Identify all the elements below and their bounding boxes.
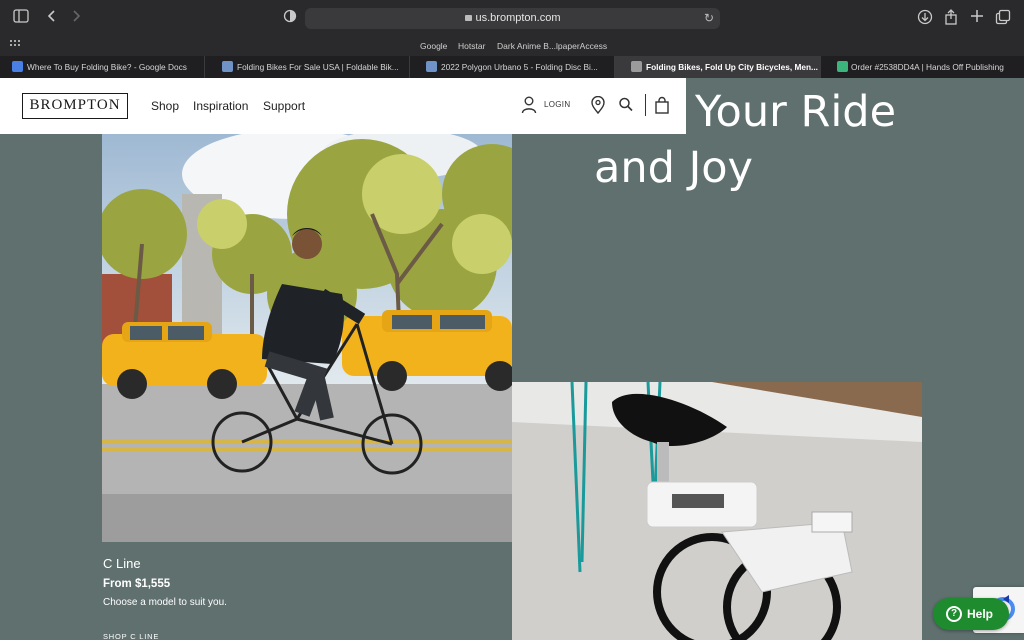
share-icon[interactable] <box>942 9 960 27</box>
site-header: BROMPTON Shop Inspiration Support LOGIN <box>0 78 686 134</box>
lock-icon <box>464 15 472 21</box>
reload-icon[interactable]: ↻ <box>704 8 714 29</box>
product-description: Choose a model to suit you. <box>103 597 227 608</box>
tab-strip: Where To Buy Folding Bike? - Google Docs… <box>0 56 1024 78</box>
tab-brompton[interactable]: Folding Bikes, Fold Up City Bicycles, Me… <box>615 56 821 78</box>
address-bar[interactable]: us.brompton.com ↻ <box>305 8 720 29</box>
tab-label: 2022 Polygon Urbano 5 - Folding Disc Bi.… <box>441 62 598 72</box>
new-tab-icon[interactable] <box>968 9 986 27</box>
product-name: C Line <box>103 556 141 571</box>
sidebar-toggle-icon[interactable] <box>12 9 30 27</box>
nav-inspiration[interactable]: Inspiration <box>193 99 248 113</box>
user-icon[interactable] <box>521 96 539 114</box>
help-question-icon: ? <box>946 606 962 622</box>
grid-icon[interactable] <box>10 40 22 52</box>
c-line-lifestyle-photo[interactable] <box>102 134 512 542</box>
favorites-bar: Google Hotstar Dark Anime B...lpaperAcce… <box>0 36 1024 56</box>
brompton-logo[interactable]: BROMPTON <box>22 93 128 119</box>
nav-support[interactable]: Support <box>263 99 305 113</box>
tab-order[interactable]: Order #2538DD4A | Hands Off Publishing <box>821 56 1024 78</box>
product-price: From $1,555 <box>103 578 171 590</box>
forward-icon[interactable] <box>67 9 85 27</box>
browser-toolbar: us.brompton.com ↻ <box>0 0 1024 36</box>
privacy-shield-icon[interactable] <box>281 9 299 27</box>
hero-title-line2: and Joy <box>594 143 754 193</box>
tab-label: Where To Buy Folding Bike? - Google Docs <box>27 62 187 72</box>
site-favicon-icon <box>222 61 233 72</box>
nav-shop[interactable]: Shop <box>151 99 179 113</box>
brompton-favicon-icon <box>631 61 642 72</box>
tab-label: Order #2538DD4A | Hands Off Publishing <box>851 62 1004 72</box>
tab-overview-icon[interactable] <box>994 9 1012 27</box>
shop-c-line-link[interactable]: SHOP C LINE <box>103 632 159 640</box>
login-link[interactable]: LOGIN <box>544 100 570 109</box>
help-button[interactable]: ? Help <box>933 598 1009 630</box>
order-favicon-icon <box>837 61 848 72</box>
favorite-wallpaper[interactable]: Dark Anime B...lpaperAccess <box>497 39 607 53</box>
tab-label: Folding Bikes, Fold Up City Bicycles, Me… <box>646 62 818 72</box>
help-label: Help <box>967 607 994 621</box>
tab-polygon-urbano[interactable]: 2022 Polygon Urbano 5 - Folding Disc Bi.… <box>410 56 615 78</box>
docs-favicon-icon <box>12 61 23 72</box>
address-url: us.brompton.com <box>475 12 561 24</box>
hero-title-line1: Your Ride <box>695 87 897 137</box>
folded-bike-photo[interactable] <box>512 382 922 640</box>
tab-google-docs[interactable]: Where To Buy Folding Bike? - Google Docs <box>0 56 205 78</box>
favorite-google[interactable]: Google <box>420 39 447 53</box>
hero-title: Your Ride and Joy <box>594 84 934 196</box>
downloads-icon[interactable] <box>916 9 934 27</box>
site-favicon-icon <box>426 61 437 72</box>
back-icon[interactable] <box>43 9 61 27</box>
favorite-hotstar[interactable]: Hotstar <box>458 39 485 53</box>
tab-folding-bikes-usa[interactable]: Folding Bikes For Sale USA | Foldable Bi… <box>205 56 410 78</box>
tab-label: Folding Bikes For Sale USA | Foldable Bi… <box>237 62 399 72</box>
